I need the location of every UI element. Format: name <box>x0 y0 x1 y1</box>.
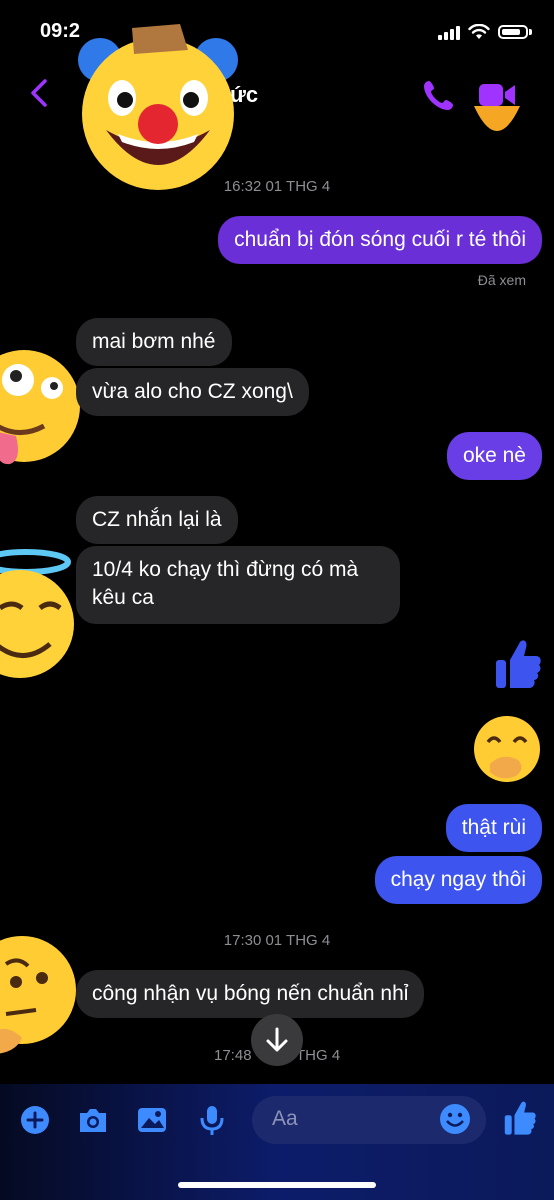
timestamp-partial: 17:48 <box>214 1047 252 1064</box>
seen-status: Đã xem <box>477 272 526 288</box>
home-indicator <box>178 1182 376 1188</box>
smiley-emoji-partial <box>474 106 520 131</box>
message-bubble-in[interactable]: CZ nhắn lại là <box>76 496 238 544</box>
timestamp: 17:30 01 THG 4 <box>223 932 331 949</box>
thinking-face-emoji <box>0 936 76 1054</box>
message-bubble-in[interactable]: vừa alo cho CZ xong\ <box>76 368 309 416</box>
microphone-icon[interactable] <box>195 1104 229 1136</box>
smiling-halo-emoji <box>0 549 74 678</box>
clown-face-emoji <box>78 24 238 190</box>
signal-icon <box>438 24 460 40</box>
hand-over-mouth-emoji <box>474 716 540 782</box>
back-icon[interactable] <box>28 78 50 108</box>
scroll-down-icon <box>266 1027 288 1052</box>
wifi-icon <box>468 24 490 39</box>
scroll-down-button[interactable] <box>251 1014 303 1066</box>
smiley-icon[interactable] <box>438 1102 472 1136</box>
timestamp: 16:32 01 THG 4 <box>223 178 331 195</box>
message-bubble-out[interactable]: thật rùi <box>445 804 542 852</box>
timestamp-partial: THG 4 <box>296 1047 341 1064</box>
message-line: 10/4 ko chạy thì đừng có mà <box>92 558 359 581</box>
message-bubble-out[interactable]: chuẩn bị đón sóng cuối r té thôi <box>218 216 542 264</box>
message-bubble-out[interactable]: oke nè <box>446 432 542 480</box>
message-bubble-out[interactable]: chạy ngay thôi <box>374 856 542 904</box>
zany-face-emoji <box>0 350 80 465</box>
message-bubble-in[interactable]: công nhận vụ bóng nến chuẩn nhỉ <box>76 970 425 1018</box>
battery-icon <box>498 25 528 39</box>
plus-icon[interactable] <box>18 1104 52 1136</box>
phone-icon[interactable] <box>422 78 456 112</box>
message-line: kêu ca <box>92 586 154 609</box>
thumbs-up-icon[interactable] <box>502 1100 538 1136</box>
message-bubble-in[interactable]: mai bơm nhé <box>76 318 232 366</box>
message-bubble-in-multiline[interactable]: 10/4 ko chạy thì đừng có mà kêu ca <box>76 546 400 624</box>
thumbs-up-icon[interactable] <box>494 638 542 690</box>
message-input-placeholder: Aa <box>272 1107 298 1130</box>
gallery-icon[interactable] <box>135 1104 169 1136</box>
status-icons <box>438 24 532 40</box>
camera-icon[interactable] <box>76 1104 110 1136</box>
